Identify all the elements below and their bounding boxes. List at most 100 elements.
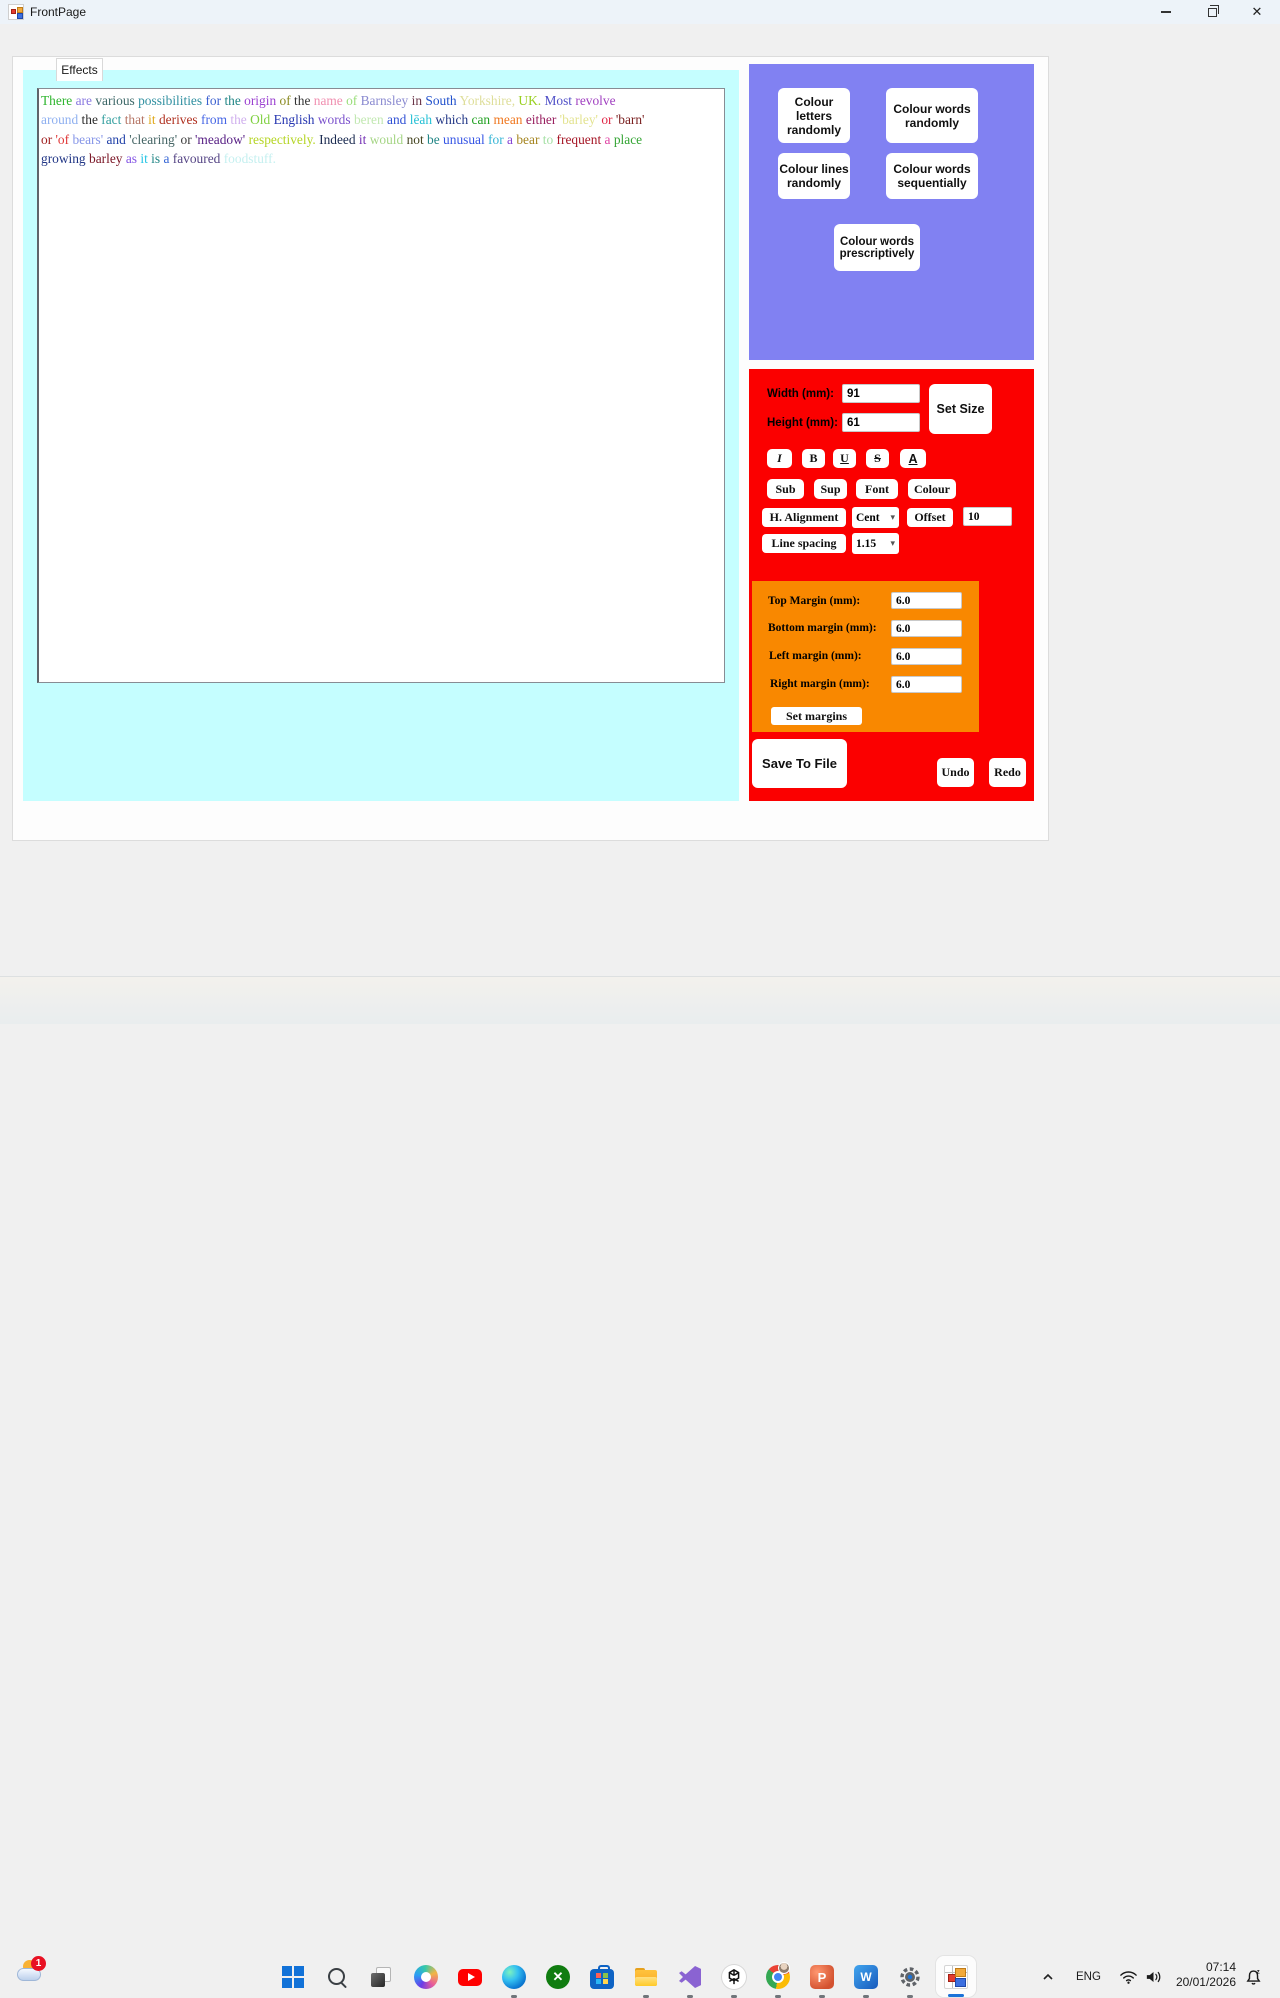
powerpoint-button[interactable]: P bbox=[810, 1965, 834, 1989]
maximize-button[interactable] bbox=[1189, 0, 1235, 24]
volume-button[interactable] bbox=[1143, 1969, 1163, 1985]
set-margins-button[interactable]: Set margins bbox=[771, 707, 862, 725]
editor-word: a bbox=[605, 132, 611, 147]
task-view-button[interactable] bbox=[369, 1965, 393, 1989]
chevron-up-icon bbox=[1042, 1972, 1054, 1982]
wifi-icon bbox=[1119, 1969, 1138, 1985]
editor-word: UK. bbox=[518, 93, 541, 108]
taskbar: 1 ✕ P W bbox=[0, 976, 1280, 1024]
editor-word: and bbox=[106, 132, 125, 147]
h-alignment-button[interactable]: H. Alignment bbox=[762, 508, 846, 527]
chevron-down-icon: ▾ bbox=[890, 539, 895, 549]
editor-word: the bbox=[230, 112, 246, 127]
effects-tab-page: There are various possibilities for the … bbox=[12, 56, 1049, 841]
colour-words-sequentially-button[interactable]: Colour words sequentially bbox=[886, 153, 978, 199]
store-button[interactable] bbox=[590, 1965, 614, 1989]
frontpage-taskbar-button[interactable] bbox=[936, 1956, 976, 1997]
editor-word: 'clearing' bbox=[129, 132, 177, 147]
line-spacing-button[interactable]: Line spacing bbox=[762, 534, 846, 553]
editor-word: be bbox=[427, 132, 440, 147]
offset-button[interactable]: Offset bbox=[907, 508, 953, 527]
rich-text-editor[interactable]: There are various possibilities for the … bbox=[37, 88, 725, 683]
edge-icon bbox=[502, 1965, 526, 1989]
h-alignment-select[interactable]: Cent ▾ bbox=[852, 507, 899, 528]
editor-word: to bbox=[543, 132, 553, 147]
editor-word: 'of bbox=[56, 132, 70, 147]
copilot-button[interactable] bbox=[414, 1965, 438, 1989]
colour-button[interactable]: Colour bbox=[908, 479, 956, 499]
height-input[interactable] bbox=[842, 413, 920, 432]
redo-button[interactable]: Redo bbox=[989, 758, 1026, 787]
undo-button[interactable]: Undo bbox=[937, 758, 974, 787]
search-icon bbox=[326, 1966, 348, 1988]
word-button[interactable]: W bbox=[854, 1965, 878, 1989]
close-button[interactable]: ✕ bbox=[1234, 0, 1280, 24]
wifi-button[interactable] bbox=[1118, 1969, 1138, 1985]
minimize-button[interactable] bbox=[1143, 0, 1189, 24]
right-margin-input[interactable] bbox=[891, 676, 962, 693]
close-icon: ✕ bbox=[1252, 6, 1263, 19]
superscript-button[interactable]: Sup bbox=[814, 479, 847, 499]
visual-studio-button[interactable] bbox=[678, 1965, 702, 1989]
subscript-button[interactable]: Sub bbox=[767, 479, 804, 499]
colour-words-prescriptively-button[interactable]: Colour words prescriptively bbox=[834, 224, 920, 271]
chrome-button[interactable] bbox=[766, 1965, 790, 1989]
colour-effects-panel: Colour letters randomly Colour words ran… bbox=[749, 64, 1034, 360]
underline-button[interactable]: U bbox=[833, 449, 856, 468]
colour-lines-randomly-button[interactable]: Colour lines randomly bbox=[778, 153, 850, 199]
running-indicator bbox=[511, 1995, 517, 1998]
tab-effects[interactable]: Effects bbox=[56, 58, 103, 81]
editor-word: English bbox=[274, 112, 315, 127]
height-label: Height (mm): bbox=[767, 417, 838, 429]
font-button[interactable]: Font bbox=[856, 479, 898, 499]
editor-word: fact bbox=[101, 112, 121, 127]
right-margin-label: Right margin (mm): bbox=[770, 678, 870, 690]
editor-word: 'barley' bbox=[560, 112, 598, 127]
editor-word: foodstuff. bbox=[224, 151, 276, 166]
bold-button[interactable]: B bbox=[802, 449, 825, 468]
editor-word: would bbox=[370, 132, 403, 147]
strikethrough-button[interactable]: S bbox=[866, 449, 889, 468]
colour-letters-randomly-button[interactable]: Colour letters randomly bbox=[778, 88, 850, 143]
editor-word: respectively. bbox=[249, 132, 316, 147]
search-button[interactable] bbox=[325, 1965, 349, 1989]
colour-words-randomly-button[interactable]: Colour words randomly bbox=[886, 88, 978, 143]
edge-button[interactable] bbox=[502, 1965, 526, 1989]
chatgpt-button[interactable] bbox=[722, 1965, 746, 1989]
editor-word: in bbox=[412, 93, 422, 108]
editor-word: Indeed bbox=[319, 132, 355, 147]
set-size-button[interactable]: Set Size bbox=[929, 384, 992, 434]
editor-word: the bbox=[294, 93, 310, 108]
editor-word: either bbox=[526, 112, 556, 127]
start-button[interactable] bbox=[281, 1965, 305, 1989]
editor-word: growing bbox=[41, 151, 86, 166]
bottom-margin-input[interactable] bbox=[891, 620, 962, 637]
tray-expand-button[interactable] bbox=[1038, 1967, 1058, 1987]
editor-word: 'barn' bbox=[616, 112, 645, 127]
top-margin-label: Top Margin (mm): bbox=[768, 595, 860, 607]
weather-widget[interactable]: 1 bbox=[16, 1959, 50, 1991]
language-indicator[interactable]: ENG bbox=[1076, 1971, 1101, 1983]
file-explorer-button[interactable] bbox=[634, 1965, 658, 1989]
top-margin-input[interactable] bbox=[891, 592, 962, 609]
editor-word: are bbox=[76, 93, 92, 108]
left-margin-input[interactable] bbox=[891, 648, 962, 665]
chrome-icon bbox=[766, 1965, 790, 1989]
line-spacing-select[interactable]: 1.15 ▾ bbox=[852, 533, 899, 554]
xbox-button[interactable]: ✕ bbox=[546, 1965, 570, 1989]
save-to-file-button[interactable]: Save To File bbox=[752, 739, 847, 788]
notification-center-button[interactable]: z bbox=[1242, 1967, 1264, 1987]
width-input[interactable] bbox=[842, 384, 920, 403]
editor-word: and bbox=[387, 112, 406, 127]
youtube-button[interactable] bbox=[458, 1965, 482, 1989]
bell-dnd-icon: z bbox=[1244, 1968, 1263, 1987]
editor-text: There are various possibilities for the … bbox=[41, 91, 724, 168]
font-toggle-button[interactable]: A bbox=[900, 449, 926, 468]
offset-input[interactable] bbox=[963, 507, 1012, 526]
editor-word: favoured bbox=[173, 151, 221, 166]
clock[interactable]: 07:14 20/01/2026 bbox=[1176, 1960, 1236, 1990]
settings-button[interactable] bbox=[898, 1965, 922, 1989]
editor-word: Most bbox=[544, 93, 572, 108]
h-alignment-value: Cent bbox=[856, 512, 880, 524]
italic-button[interactable]: I bbox=[767, 449, 792, 468]
